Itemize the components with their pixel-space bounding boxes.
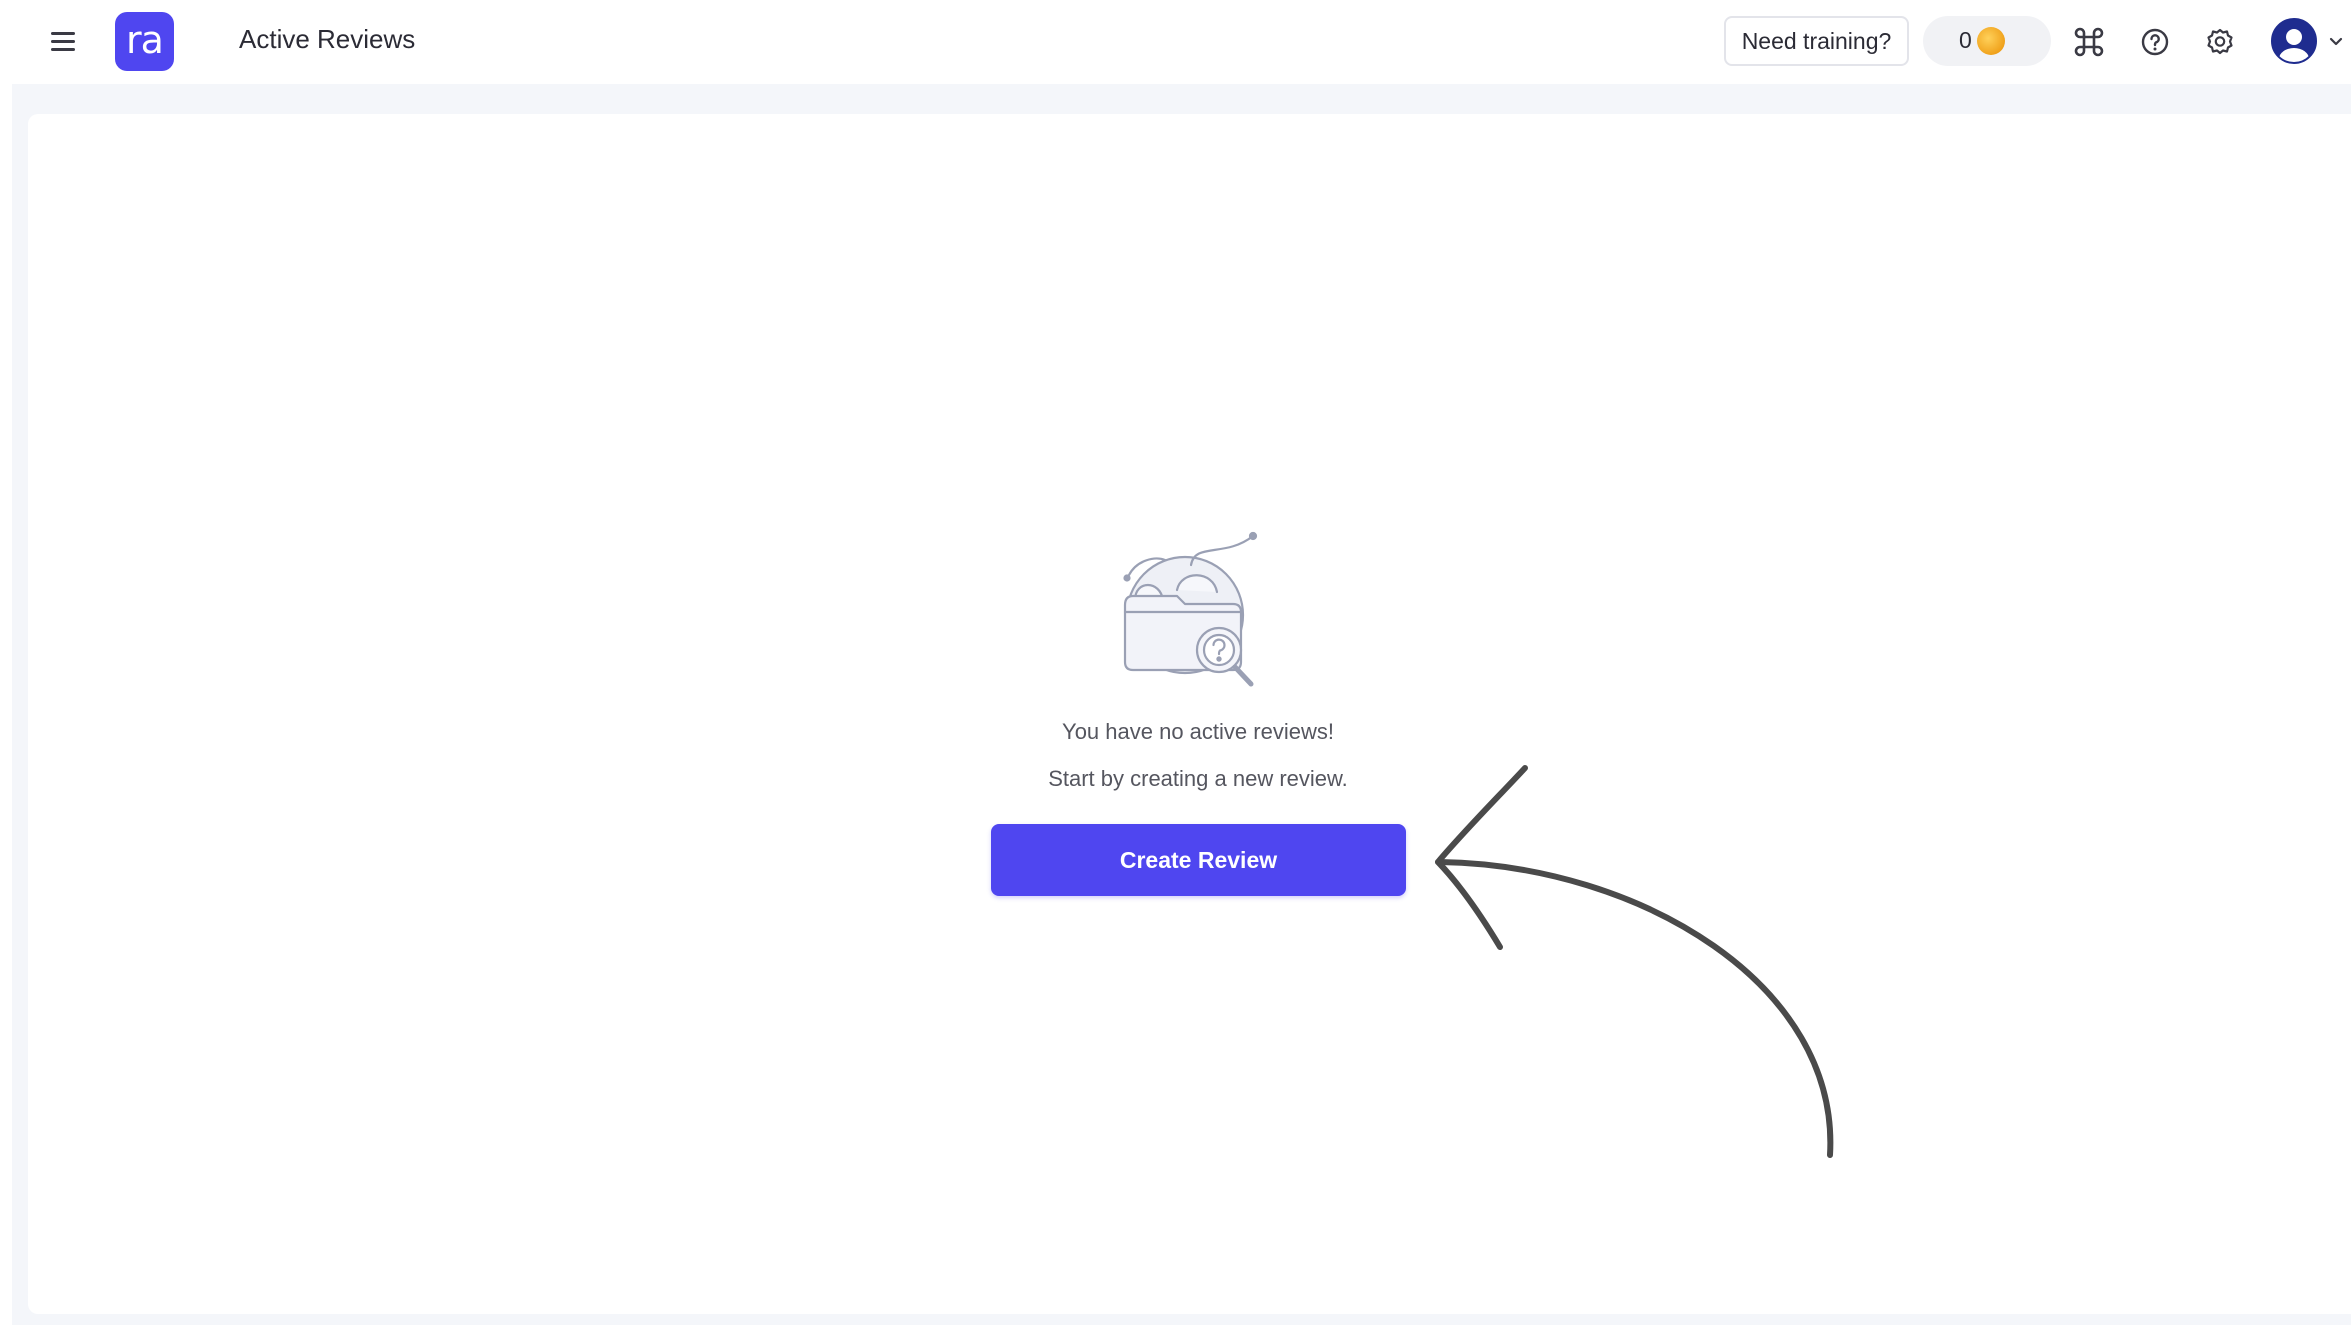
coin-count: 0: [1959, 27, 1972, 53]
help-icon[interactable]: [2135, 22, 2175, 62]
folder-search-illustration: [1123, 531, 1258, 687]
coin-balance[interactable]: 0: [1923, 16, 2051, 66]
need-training-button[interactable]: Need training?: [1724, 16, 1909, 66]
coin-icon: [1977, 27, 2005, 55]
command-icon[interactable]: [2069, 22, 2109, 62]
top-navigation-bar: ra Active Reviews Need training? 0: [0, 0, 2351, 84]
reviews-panel: [28, 114, 2351, 1314]
app-logo[interactable]: ra: [115, 12, 174, 71]
chevron-down-icon[interactable]: [2325, 30, 2347, 52]
page-title: Active Reviews: [239, 24, 416, 54]
settings-icon[interactable]: [2200, 22, 2240, 62]
create-review-button[interactable]: Create Review: [991, 824, 1406, 896]
user-avatar-icon[interactable]: [2270, 17, 2318, 65]
empty-state-subtitle: Start by creating a new review.: [1048, 766, 1348, 791]
empty-state-title: You have no active reviews!: [1062, 719, 1334, 744]
menu-icon[interactable]: [48, 30, 78, 54]
